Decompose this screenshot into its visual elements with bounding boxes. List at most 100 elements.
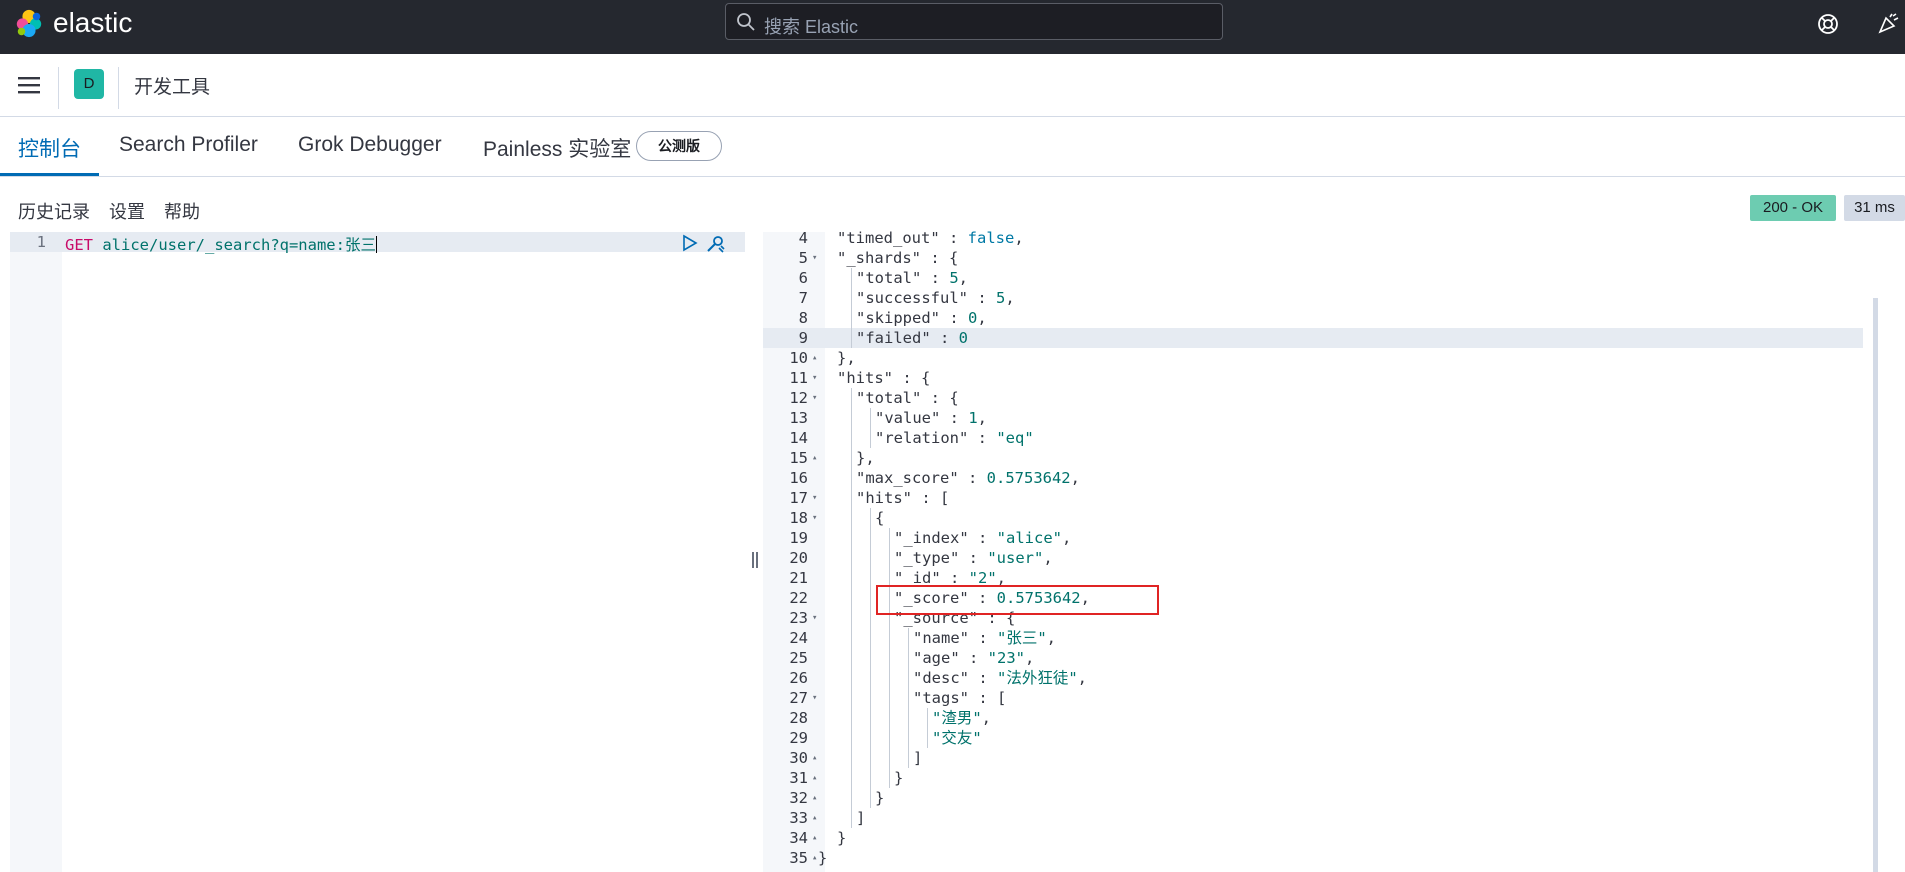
breadcrumb-title: 开发工具 — [134, 77, 211, 98]
json-token-group: ] — [913, 748, 922, 768]
global-search-input[interactable]: 搜索 Elastic — [725, 3, 1223, 40]
breadcrumb-bar — [0, 54, 1905, 117]
line-number: 7 — [798, 289, 808, 307]
json-tail: } — [875, 789, 885, 807]
line-number: 31 — [789, 769, 808, 787]
json-val: false — [967, 229, 1015, 247]
fold-toggle-icon[interactable]: ▴ — [812, 828, 817, 848]
indent-guide — [851, 808, 852, 828]
editor-resizer[interactable] — [745, 232, 763, 872]
json-tail: , — [1025, 649, 1035, 667]
fold-toggle-icon[interactable]: ▴ — [812, 788, 817, 808]
json-key: "age" — [913, 649, 960, 667]
space-avatar[interactable]: D — [74, 69, 104, 99]
response-scrollbar[interactable] — [1873, 298, 1878, 872]
fold-toggle-icon[interactable]: ▾ — [812, 248, 817, 268]
newsfeed-icon[interactable] — [1876, 12, 1900, 36]
indent-guide — [851, 748, 852, 768]
settings-link[interactable]: 设置 — [109, 198, 145, 224]
tab-painless-lab[interactable]: Painless 实验室 — [483, 133, 631, 163]
json-key: "hits" — [856, 489, 912, 507]
brand-name[interactable]: elastic — [53, 9, 132, 37]
history-link[interactable]: 历史记录 — [18, 198, 90, 224]
json-key: "_index" — [894, 529, 969, 547]
line-number: 30 — [789, 749, 808, 767]
indent-guide — [851, 328, 852, 348]
fold-toggle-icon[interactable]: ▾ — [812, 508, 817, 528]
json-val: 1 — [968, 409, 978, 427]
json-tail: } — [837, 829, 847, 847]
json-key: "relation" — [875, 429, 969, 447]
menu-hamburger-icon[interactable] — [18, 76, 40, 94]
line-number: 9 — [798, 329, 808, 347]
fold-toggle-icon[interactable]: ▴ — [812, 448, 817, 468]
tab-grok-debugger[interactable]: Grok Debugger — [298, 133, 442, 157]
indent-guide — [889, 668, 890, 688]
json-key: "_type" — [894, 549, 960, 567]
fold-toggle-icon[interactable]: ▾ — [812, 608, 817, 628]
line-number: 32 — [789, 789, 808, 807]
json-val: "法外狂徒" — [997, 669, 1078, 687]
json-token-group: "desc" : "法外狂徒", — [913, 668, 1087, 688]
fold-toggle-icon[interactable]: ▾ — [812, 388, 817, 408]
tab-search-profiler[interactable]: Search Profiler — [119, 133, 258, 157]
json-tail: , — [1014, 229, 1024, 247]
indent-guide — [870, 708, 871, 728]
line-number: 24 — [789, 629, 808, 647]
wrench-icon[interactable] — [704, 233, 726, 255]
indent-guide — [889, 708, 890, 728]
fold-toggle-icon[interactable]: ▴ — [812, 848, 817, 868]
indent-guide — [908, 628, 909, 648]
line-number: 5 — [798, 249, 808, 267]
line-number: 29 — [789, 729, 808, 747]
json-tail: }, — [856, 449, 875, 467]
fold-toggle-icon[interactable]: ▾ — [812, 368, 817, 388]
json-sep: : — [959, 549, 988, 567]
indent-guide — [851, 448, 852, 468]
indent-guide — [851, 648, 852, 668]
line-number: 35 — [789, 849, 808, 867]
indent-guide — [870, 728, 871, 748]
json-val: 0 — [968, 309, 978, 327]
json-token-group: "timed_out" : false, — [837, 228, 1024, 248]
help-lifebuoy-icon[interactable] — [1816, 12, 1840, 36]
json-sep: : — [967, 289, 996, 307]
fold-toggle-icon[interactable]: ▾ — [812, 688, 817, 708]
json-token-group: "交友" — [932, 728, 982, 748]
json-tail: ] — [913, 749, 923, 767]
json-token-group: "successful" : 5, — [856, 288, 1015, 308]
indent-guide — [889, 548, 890, 568]
indent-guide — [908, 748, 909, 768]
indent-guide — [908, 688, 909, 708]
resizer-grip — [756, 552, 758, 568]
json-token-group: "value" : 1, — [875, 408, 987, 428]
json-token-group: "渣男", — [932, 708, 991, 728]
help-link[interactable]: 帮助 — [164, 198, 200, 224]
json-tail: ] — [856, 809, 866, 827]
fold-toggle-icon[interactable]: ▴ — [812, 748, 817, 768]
fold-toggle-icon[interactable]: ▴ — [812, 768, 817, 788]
fold-toggle-icon[interactable]: ▴ — [812, 348, 817, 368]
indent-guide — [870, 608, 871, 628]
line-number: 22 — [789, 589, 808, 607]
play-icon[interactable] — [682, 234, 698, 252]
json-token-group: "age" : "23", — [913, 648, 1034, 668]
indent-guide — [927, 728, 928, 748]
request-time-badge: 31 ms — [1844, 195, 1905, 221]
fold-toggle-icon[interactable]: ▴ — [812, 808, 817, 828]
indent-guide — [851, 468, 852, 488]
line-number: 27 — [789, 689, 808, 707]
json-val: 0 — [958, 329, 968, 347]
indent-guide — [851, 528, 852, 548]
json-val: 0.5753642 — [986, 469, 1071, 487]
json-key: "successful" — [856, 289, 968, 307]
json-sep: : — [969, 629, 997, 647]
request-line[interactable]: GET alice/user/_search?q=name:张三 — [65, 233, 377, 255]
json-token-group: "hits" : { — [837, 368, 930, 388]
json-sep: : — [921, 249, 949, 267]
indent-guide — [851, 428, 852, 448]
fold-toggle-icon[interactable]: ▾ — [812, 488, 817, 508]
elastic-logo-icon[interactable] — [14, 8, 44, 38]
line-number: 6 — [798, 269, 808, 287]
tab-console[interactable]: 控制台 — [18, 133, 81, 163]
